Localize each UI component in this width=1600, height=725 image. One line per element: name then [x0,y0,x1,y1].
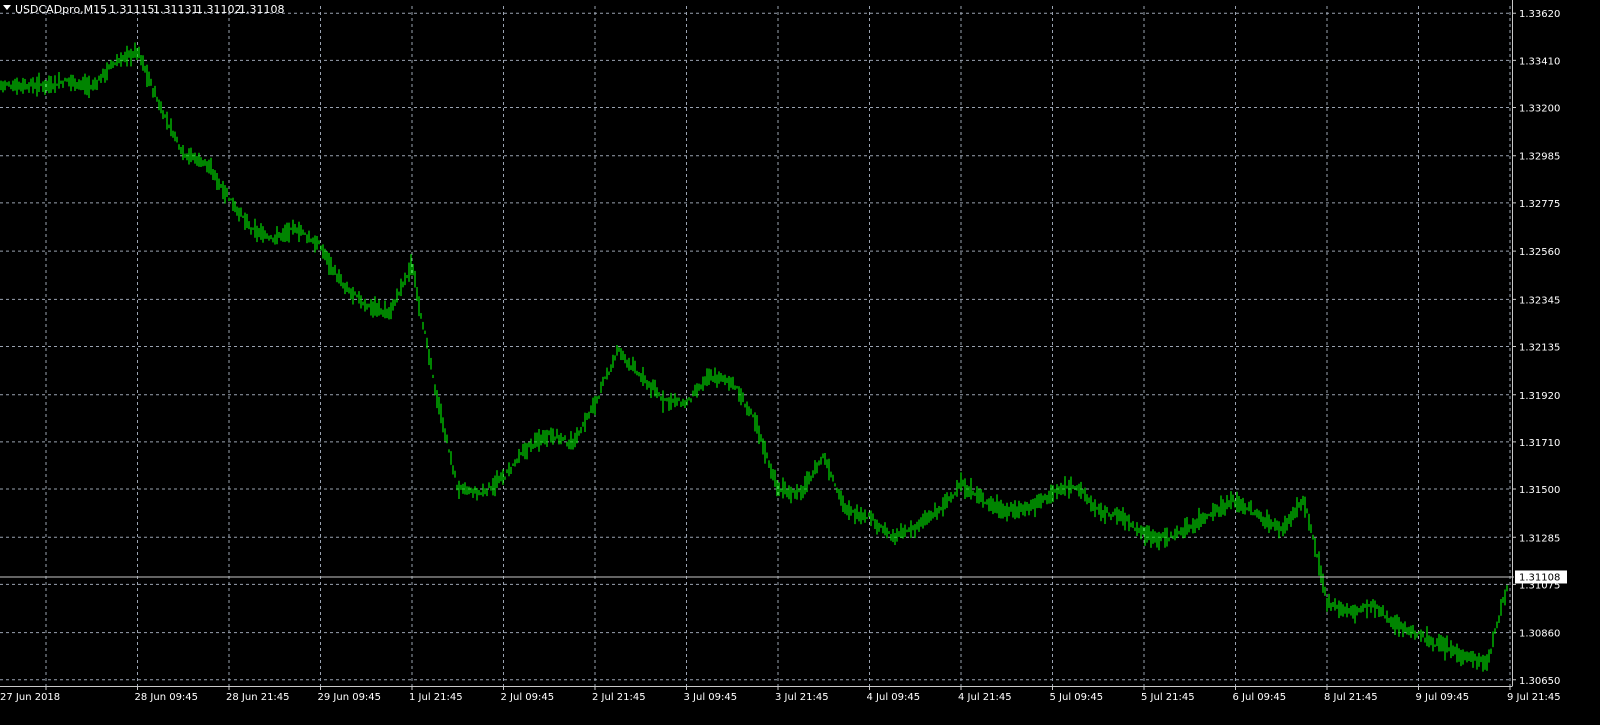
grid-layer [0,6,1512,686]
x-tick-label: 3 Jul 21:45 [775,692,829,703]
axis-layer: 1.33620 1.33410 1.33200 1.32985 1.32775 1.325… [0,0,1561,703]
x-tick-label: 9 Jul 21:45 [1507,692,1561,703]
x-tick-label: 3 Jul 09:45 [684,692,738,703]
x-tick-label: 2 Jul 21:45 [592,692,646,703]
x-tick-label: 2 Jul 09:45 [501,692,555,703]
chart-svg[interactable]: 1.33620 1.33410 1.33200 1.32985 1.32775 1.325… [0,0,1600,721]
y-tick-label: 1.32345 [1519,295,1560,306]
y-tick-label: 1.31710 [1519,438,1560,449]
header-close: 1.31108 [239,3,285,16]
y-tick-label: 1.33620 [1519,9,1560,20]
chart-window[interactable]: 1.33620 1.33410 1.33200 1.32985 1.32775 1.325… [0,0,1600,721]
x-tick-label: 8 Jul 21:45 [1324,692,1378,703]
x-tick-label: 4 Jul 21:45 [958,692,1012,703]
current-price-marker: 1.31108 [0,570,1567,584]
y-tick-label: 1.33200 [1519,103,1560,114]
x-tick-label: 27 Jun 2018 [0,692,60,703]
x-tick-label: 6 Jul 09:45 [1233,692,1287,703]
header-low: 1.31102 [196,3,242,16]
x-tick-label: 29 Jun 09:45 [318,692,382,703]
x-tick-label: 28 Jun 21:45 [226,692,290,703]
chart-header: USDCADpro,M15 1.31115 1.31131 1.31102 1.… [3,3,285,16]
y-tick-label: 1.32560 [1519,247,1560,258]
y-tick-label: 1.32985 [1519,152,1560,163]
header-symbol: USDCADpro,M15 [15,3,107,16]
x-tick-label: 9 Jul 09:45 [1416,692,1470,703]
header-high: 1.31131 [153,3,199,16]
y-tick-label: 1.31920 [1519,391,1560,402]
x-tick-label: 1 Jul 21:45 [409,692,463,703]
x-tick-label: 4 Jul 09:45 [867,692,921,703]
symbol-dropdown-icon[interactable] [3,5,11,10]
y-tick-label: 1.31500 [1519,485,1560,496]
y-tick-label: 1.31285 [1519,533,1560,544]
y-tick-label: 1.32775 [1519,199,1560,210]
y-tick-label: 1.33410 [1519,56,1560,67]
y-tick-label: 1.32135 [1519,343,1560,354]
x-tick-label: 5 Jul 21:45 [1141,692,1195,703]
x-tick-label: 5 Jul 09:45 [1050,692,1104,703]
y-tick-label: 1.30650 [1519,676,1560,687]
x-tick-label: 28 Jun 09:45 [135,692,199,703]
y-tick-label: 1.30860 [1519,629,1560,640]
current-price-label: 1.31108 [1519,572,1560,583]
header-open: 1.31115 [109,3,155,16]
